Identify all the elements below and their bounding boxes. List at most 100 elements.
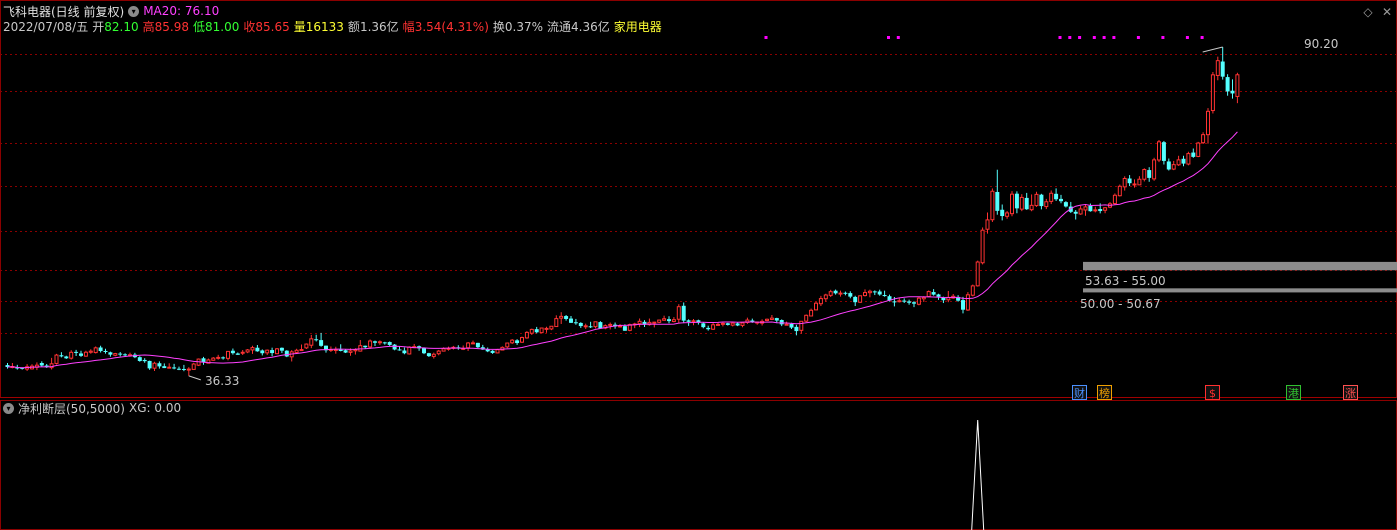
candle[interactable] [926,290,931,298]
candle[interactable] [333,346,338,354]
candle[interactable] [1103,207,1108,214]
event-ranking-icon[interactable]: 榜 [1097,385,1112,400]
chevron-down-icon[interactable]: ▾ [128,5,140,17]
candle[interactable] [1083,204,1088,216]
candle[interactable] [725,322,730,326]
candle[interactable] [1147,167,1152,182]
candle[interactable] [1005,211,1010,219]
candle[interactable] [1166,158,1171,171]
candle[interactable] [471,340,475,345]
candle[interactable] [279,347,284,354]
candle[interactable] [1176,155,1181,166]
candle[interactable] [740,322,745,328]
candle[interactable] [716,322,720,326]
candle[interactable] [431,352,436,359]
candle[interactable] [226,350,230,361]
candle[interactable] [79,350,83,357]
candle[interactable] [319,332,324,347]
close-icon[interactable]: ✕ [1381,6,1393,18]
candle[interactable] [1014,191,1019,214]
candle[interactable] [769,315,774,321]
candle[interactable] [706,325,711,331]
candle[interactable] [1201,132,1206,145]
candle[interactable] [436,349,441,356]
candle[interactable] [632,322,637,329]
candle[interactable] [818,295,823,307]
event-dollar-icon[interactable]: $ [1205,385,1220,400]
candle[interactable] [1122,176,1127,191]
candle[interactable] [265,349,270,355]
candle[interactable] [642,320,647,327]
candle[interactable] [843,291,848,296]
candle[interactable] [1112,193,1117,205]
candle[interactable] [39,361,44,367]
candle[interactable] [505,342,510,349]
candle[interactable] [1029,194,1034,212]
candle[interactable] [578,322,583,328]
candle[interactable] [603,324,608,330]
candle[interactable] [1186,151,1191,166]
candle[interactable] [1235,72,1240,104]
candle[interactable] [1161,140,1166,165]
candle[interactable] [1039,193,1044,210]
candle[interactable] [867,289,872,298]
candle[interactable] [162,363,167,369]
candle[interactable] [720,322,725,327]
candle[interactable] [554,315,559,328]
candle[interactable] [235,352,240,355]
candle[interactable] [402,347,407,355]
candle[interactable] [765,318,769,322]
candle[interactable] [103,348,108,354]
candle[interactable] [907,299,912,305]
candle[interactable] [961,296,965,314]
candle[interactable] [912,301,916,308]
candle[interactable] [588,321,593,329]
candle[interactable] [10,362,15,369]
candle[interactable] [931,289,936,296]
candle[interactable] [216,354,221,360]
candle[interactable] [1044,198,1049,210]
candle[interactable] [1127,175,1132,187]
candle[interactable] [569,315,573,324]
candle[interactable] [289,350,294,362]
candle[interactable] [373,340,377,346]
candle[interactable] [1215,56,1220,81]
candle[interactable] [544,326,549,333]
candle[interactable] [284,350,289,358]
candle[interactable] [637,318,642,328]
candle[interactable] [539,327,544,334]
candle[interactable] [838,290,843,297]
candle[interactable] [392,344,397,351]
candle[interactable] [877,289,882,296]
candle[interactable] [88,349,93,354]
candle[interactable] [534,326,539,334]
candle[interactable] [730,322,735,327]
candle[interactable] [240,349,245,355]
candle[interactable] [524,331,529,339]
candle[interactable] [564,315,569,321]
candle[interactable] [647,318,652,326]
candle[interactable] [275,347,279,355]
candle[interactable] [1049,190,1054,205]
candle[interactable] [1073,210,1078,220]
candle[interactable] [848,291,853,299]
candle[interactable] [897,298,902,303]
candle[interactable] [1000,204,1005,221]
candle[interactable] [113,352,118,357]
candle[interactable] [598,321,603,329]
main-price-chart[interactable] [0,0,1397,398]
event-finance-icon[interactable]: 财 [1072,385,1087,400]
candle[interactable] [1181,155,1186,167]
candle[interactable] [1196,141,1201,158]
candle[interactable] [965,292,970,311]
candle[interactable] [314,334,319,342]
event-hk-connect-icon[interactable]: 港 [1286,385,1301,400]
candle[interactable] [833,289,838,295]
candle[interactable] [5,363,10,369]
candle[interactable] [995,169,1000,215]
candle[interactable] [1019,194,1024,212]
candle[interactable] [142,358,147,363]
candle[interactable] [676,304,681,323]
candle[interactable] [230,348,235,355]
candle[interactable] [1191,148,1196,158]
